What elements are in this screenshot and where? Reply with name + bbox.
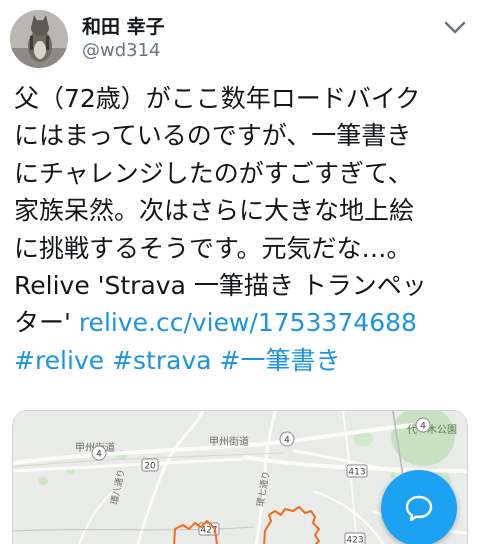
speech-bubble-icon <box>405 495 433 522</box>
tweet-text-line: に挑戦するそうです。元気だな…。 <box>14 233 412 263</box>
cat-avatar-image <box>10 10 68 68</box>
hashtag-hitofude[interactable]: #一筆書き <box>220 346 341 375</box>
route-shield: 413 <box>346 464 368 478</box>
tweet-text-line: にはまっているのですが、一筆書き <box>14 121 412 151</box>
tweet-text-line: にチャレンジしたのがすごすぎて、 <box>14 158 413 188</box>
map-label-yoyogi-park: 代々木公園 <box>407 424 457 436</box>
user-handle[interactable]: @wd314 <box>82 40 161 61</box>
map-label-koshu-kaido-2: 甲州街道 <box>209 435 249 448</box>
route-shield: 423 <box>344 532 366 544</box>
route-shield-label: 4 <box>284 436 290 446</box>
compose-reply-button[interactable] <box>381 470 457 544</box>
route-shield: 4 <box>91 445 107 461</box>
tweet-text-fragment: ター' <box>14 308 79 338</box>
tweet-text: 父（72歳）がここ数年ロードバイク にはまっているのですが、一筆書き にチャレン… <box>14 80 476 379</box>
chevron-down-icon[interactable] <box>440 12 470 42</box>
route-shield-label: 423 <box>346 536 363 544</box>
hashtag-strava[interactable]: #strava <box>112 346 212 375</box>
route-shield-label: 20 <box>144 462 156 472</box>
user-display-name[interactable]: 和田 幸子 <box>82 12 165 39</box>
route-shield-label: 4 <box>96 450 102 460</box>
tweet-link[interactable]: relive.cc/view/1753374688 <box>79 308 417 337</box>
route-shield: 4 <box>415 417 431 433</box>
route-shield: 20 <box>141 458 159 472</box>
route-shield: 4 <box>279 431 295 447</box>
avatar[interactable] <box>10 10 68 68</box>
tweet-text-line: ター' relive.cc/view/1753374688 <box>14 304 476 341</box>
hashtag-line: #relive #strava #一筆書き <box>14 342 476 379</box>
tweet-text-line: Relive 'Strava 一筆描き トランペッ <box>14 270 427 300</box>
tweet-text-line: 家族呆然。次はさらに大きな地上絵 <box>14 196 415 226</box>
hashtag-relive[interactable]: #relive <box>14 346 104 375</box>
tweet-header: 和田 幸子 @wd314 <box>0 0 480 78</box>
route-shield-label: 413 <box>348 468 365 478</box>
tweet-text-line: 父（72歳）がここ数年ロードバイク <box>14 84 421 113</box>
route-shield-label: 4 <box>420 422 426 432</box>
